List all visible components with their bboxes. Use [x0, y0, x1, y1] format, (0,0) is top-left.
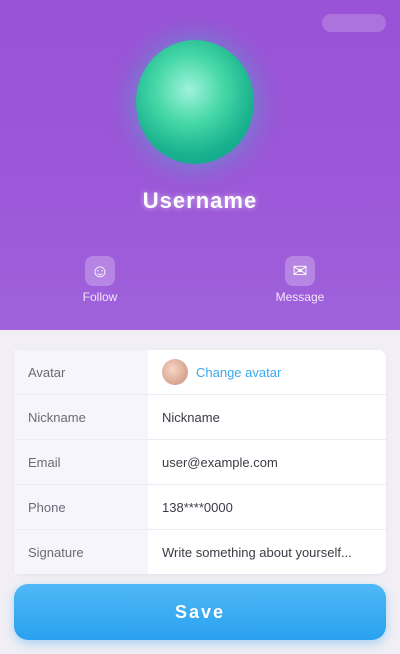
detail-value[interactable]: 138****0000 — [148, 500, 386, 515]
message-icon: ✉ — [285, 256, 315, 286]
follow-action[interactable]: ☺ Follow — [55, 256, 145, 304]
change-avatar-link[interactable]: Change avatar — [196, 365, 281, 380]
detail-row-nickname[interactable]: Nickname Nickname — [14, 395, 386, 440]
detail-label: Signature — [14, 530, 148, 574]
detail-value[interactable]: Write something about yourself... — [148, 545, 386, 560]
detail-value: Change avatar — [148, 359, 386, 385]
detail-row-phone[interactable]: Phone 138****0000 — [14, 485, 386, 530]
username: Username — [142, 188, 258, 213]
detail-label: Nickname — [14, 395, 148, 439]
mini-avatar — [162, 359, 188, 385]
detail-row-email[interactable]: Email user@example.com — [14, 440, 386, 485]
detail-label: Email — [14, 440, 148, 484]
profile-details-card: Avatar Change avatar Nickname Nickname E… — [14, 350, 386, 574]
settings-pill[interactable] — [322, 14, 386, 32]
person-icon: ☺ — [85, 256, 115, 286]
detail-row-signature[interactable]: Signature Write something about yourself… — [14, 530, 386, 574]
avatar[interactable] — [136, 40, 254, 164]
profile-actions: ☺ Follow ✉ Message — [0, 252, 400, 308]
avatar-container[interactable] — [136, 40, 254, 164]
follow-label: Follow — [82, 290, 118, 304]
save-button[interactable]: Save — [14, 584, 386, 640]
detail-value[interactable]: user@example.com — [148, 455, 386, 470]
message-label: Message — [275, 290, 325, 304]
message-action[interactable]: ✉ Message — [255, 256, 345, 304]
detail-label: Avatar — [14, 350, 148, 394]
detail-label: Phone — [14, 485, 148, 529]
profile-header: Username ☺ Follow ✉ Message — [0, 0, 400, 330]
detail-row-avatar[interactable]: Avatar Change avatar — [14, 350, 386, 395]
detail-value[interactable]: Nickname — [148, 410, 386, 425]
